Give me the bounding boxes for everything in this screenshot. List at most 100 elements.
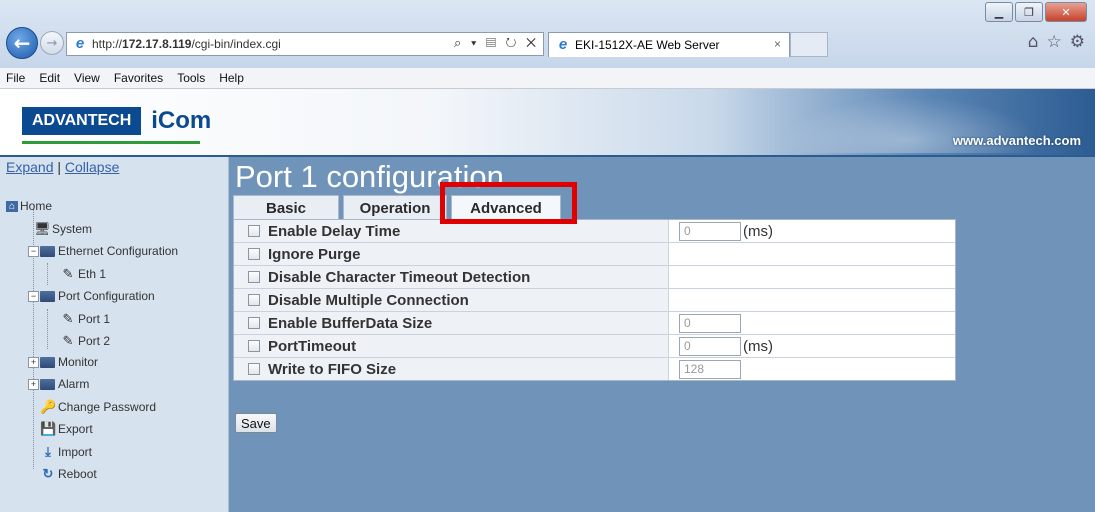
tree-label: Reboot	[58, 467, 97, 481]
port-icon: ✎	[62, 311, 74, 326]
tree-label: Export	[58, 422, 93, 436]
tree-item-port2[interactable]: ✎ Port 2	[60, 332, 110, 350]
expand-monitor-icon[interactable]: +	[28, 357, 39, 368]
menu-bar: File Edit View Favorites Tools Help	[0, 68, 1095, 89]
option-value-cell: 0 (ms)	[669, 220, 955, 242]
logo-product: iCom	[151, 107, 212, 134]
table-row: Write to FIFO Size 128	[234, 358, 955, 380]
address-bar[interactable]: e http://172.17.8.119/cgi-bin/index.cgi …	[66, 32, 544, 56]
save-button[interactable]: Save	[235, 413, 277, 433]
tree-item-eth1[interactable]: ✎ Eth 1	[60, 265, 106, 283]
fifo-size-input[interactable]: 128	[679, 359, 741, 379]
tree-label: Port 1	[78, 312, 111, 326]
collapse-ethernet-icon[interactable]: −	[28, 246, 39, 257]
option-value-cell	[669, 289, 955, 311]
maximize-icon[interactable]: ❐	[1015, 2, 1043, 22]
menu-view[interactable]: View	[67, 71, 107, 85]
tree-item-alarm[interactable]: Alarm	[40, 375, 89, 393]
tree-label: Change Password	[58, 400, 157, 414]
enable-delay-time-checkbox[interactable]	[248, 225, 260, 237]
tree-item-reboot[interactable]: ↻ Reboot	[40, 465, 97, 483]
browser-tool-icons: ⌂ ☆ ⚙	[1028, 32, 1085, 52]
collapse-link[interactable]: Collapse	[65, 159, 119, 175]
tree-line	[47, 309, 48, 349]
logo-underline	[22, 141, 200, 144]
close-icon[interactable]: ✕	[1045, 2, 1087, 22]
disable-multiple-connection-checkbox[interactable]	[248, 294, 260, 306]
disable-char-timeout-checkbox[interactable]	[248, 271, 260, 283]
tab-operation[interactable]: Operation	[343, 195, 447, 220]
port-timeout-input[interactable]: 0	[679, 336, 741, 356]
menu-favorites[interactable]: Favorites	[107, 71, 170, 85]
main-content: Port 1 configuration Basic Operation Adv…	[229, 157, 1095, 512]
option-label-cell: Disable Multiple Connection	[234, 289, 669, 311]
page-banner: ADVANTECH iCom www.advantech.com	[0, 89, 1095, 157]
option-label: Disable Character Timeout Detection	[268, 268, 531, 286]
address-text[interactable]: http://172.17.8.119/cgi-bin/index.cgi	[92, 37, 281, 51]
tree-item-port-configuration[interactable]: Port Configuration	[40, 287, 155, 305]
home-icon[interactable]: ⌂	[1028, 32, 1039, 52]
expand-link[interactable]: Expand	[6, 159, 53, 175]
option-value-cell	[669, 266, 955, 288]
table-row: PortTimeout 0 (ms)	[234, 335, 955, 358]
option-value-cell: 0 (ms)	[669, 335, 955, 357]
expand-alarm-icon[interactable]: +	[28, 379, 39, 390]
new-tab-button[interactable]	[790, 32, 828, 57]
write-fifo-size-checkbox[interactable]	[248, 363, 260, 375]
folder-icon	[40, 245, 55, 257]
option-label-cell: Enable BufferData Size	[234, 312, 669, 334]
port-timeout-checkbox[interactable]	[248, 340, 260, 352]
address-tools-icon[interactable]: ⌕ ▾ ▤ ↻ ✕	[454, 35, 539, 51]
option-value-cell	[669, 243, 955, 265]
menu-help[interactable]: Help	[212, 71, 251, 85]
favorites-star-icon[interactable]: ☆	[1047, 32, 1062, 52]
advanced-settings-table: Enable Delay Time 0 (ms) Ignore Purge Dis…	[233, 219, 956, 381]
tree-label: Alarm	[58, 377, 90, 391]
browser-tab[interactable]: e EKI-1512X-AE Web Server ×	[548, 32, 790, 57]
navigation-row: ← → e http://172.17.8.119/cgi-bin/index.…	[0, 24, 1095, 60]
bufferdata-size-input[interactable]: 0	[679, 313, 741, 333]
menu-tools[interactable]: Tools	[170, 71, 212, 85]
table-row: Enable Delay Time 0 (ms)	[234, 220, 955, 243]
tree-label: Eth 1	[78, 267, 107, 281]
ignore-purge-checkbox[interactable]	[248, 248, 260, 260]
forward-icon[interactable]: →	[40, 31, 64, 55]
folder-icon	[40, 356, 55, 368]
tree-label: Monitor	[58, 355, 99, 369]
settings-gear-icon[interactable]: ⚙	[1070, 32, 1085, 52]
option-value-cell: 0	[669, 312, 955, 334]
url-host: 172.17.8.119	[122, 37, 192, 51]
option-label-cell: Write to FIFO Size	[234, 358, 669, 380]
tab-basic[interactable]: Basic	[233, 195, 339, 220]
pencil-icon: ✎	[62, 266, 74, 281]
url-prefix: http://	[92, 37, 123, 51]
tree-item-monitor[interactable]: Monitor	[40, 353, 98, 371]
tree-label: Ethernet Configuration	[58, 244, 179, 258]
option-label-cell: PortTimeout	[234, 335, 669, 357]
tree-item-import[interactable]: ⤓ Import	[40, 443, 92, 461]
menu-file[interactable]: File	[0, 71, 32, 85]
menu-edit[interactable]: Edit	[32, 71, 67, 85]
window-title-bar: ▁ ❐ ✕	[0, 0, 1095, 22]
enable-bufferdata-size-checkbox[interactable]	[248, 317, 260, 329]
back-icon[interactable]: ←	[6, 27, 38, 59]
window-controls: ▁ ❐ ✕	[983, 2, 1087, 22]
tree-item-export[interactable]: 💾 Export	[40, 420, 93, 438]
tree-item-system[interactable]: 🖥 System	[34, 220, 92, 238]
import-arrow-icon: ⤓	[45, 444, 51, 459]
key-icon: 🔑	[40, 399, 57, 414]
delay-time-input[interactable]: 0	[679, 221, 741, 241]
expand-collapse: Expand | Collapse	[6, 159, 119, 175]
tree-item-ethernet[interactable]: Ethernet Configuration	[40, 242, 178, 260]
tree-item-change-password[interactable]: 🔑 Change Password	[40, 398, 156, 416]
collapse-port-config-icon[interactable]: −	[28, 291, 39, 302]
unit-label: (ms)	[743, 222, 773, 240]
tree-label: Port 2	[78, 334, 111, 348]
tree-item-home[interactable]: ⌂ Home	[6, 197, 52, 215]
minimize-icon[interactable]: ▁	[985, 2, 1013, 22]
port-icon: ✎	[62, 333, 74, 348]
tree-item-port1[interactable]: ✎ Port 1	[60, 310, 110, 328]
home-tree-icon: ⌂	[6, 200, 18, 212]
tab-close-icon[interactable]: ×	[774, 37, 781, 51]
ie-tab-icon: e	[558, 36, 568, 53]
